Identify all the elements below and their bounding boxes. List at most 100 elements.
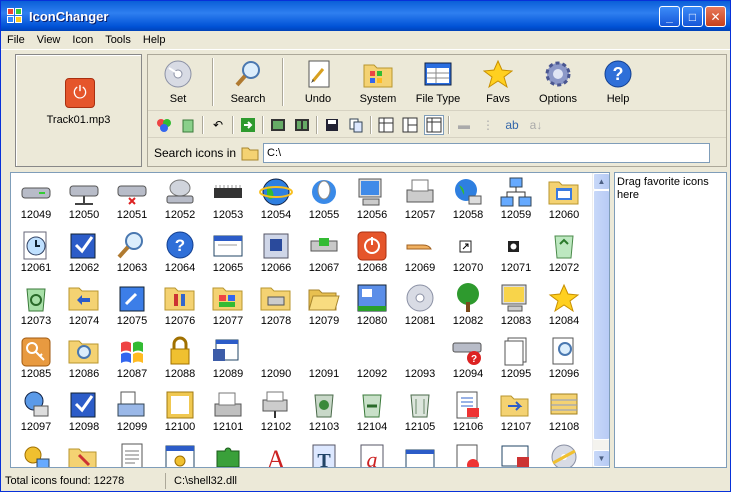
icon-cell[interactable]: 12068 bbox=[348, 229, 396, 282]
set-button[interactable]: Set bbox=[148, 55, 208, 109]
vertical-scrollbar[interactable]: ▲ ▼ bbox=[592, 173, 609, 467]
icon-cell[interactable] bbox=[60, 441, 108, 467]
options-button[interactable]: Options bbox=[528, 55, 588, 109]
menu-file[interactable]: File bbox=[1, 34, 31, 46]
icon-cell[interactable]: 12097 bbox=[12, 388, 60, 441]
system-button[interactable]: System bbox=[348, 55, 408, 109]
icon-cell[interactable]: 12077 bbox=[204, 282, 252, 335]
icon-cell[interactable]: 12081 bbox=[396, 282, 444, 335]
icon-cell[interactable]: 12059 bbox=[492, 176, 540, 229]
favorites-pane[interactable]: Drag favorite icons here bbox=[614, 172, 727, 468]
browse-folder-icon[interactable] bbox=[240, 143, 260, 163]
icon-cell[interactable]: A bbox=[252, 441, 300, 467]
scroll-thumb[interactable] bbox=[593, 190, 609, 440]
icon-cell[interactable]: 12049 bbox=[12, 176, 60, 229]
icon-cell[interactable]: 12065 bbox=[204, 229, 252, 282]
icon-cell[interactable] bbox=[108, 441, 156, 467]
icon-cell[interactable]: 12058 bbox=[444, 176, 492, 229]
undo-arrow-icon[interactable]: ↶ bbox=[208, 115, 228, 135]
icon-cell[interactable]: 12104 bbox=[348, 388, 396, 441]
icon-cell[interactable]: 12092 bbox=[348, 335, 396, 388]
icon-cell[interactable]: 12084 bbox=[540, 282, 588, 335]
icon-cell[interactable]: 12051 bbox=[108, 176, 156, 229]
title-bar[interactable]: IconChanger _ □ ✕ bbox=[1, 1, 730, 31]
scroll-up-button[interactable]: ▲ bbox=[593, 173, 609, 190]
color-palette-icon[interactable] bbox=[154, 115, 174, 135]
icon-cell[interactable]: ? 12094 bbox=[444, 335, 492, 388]
icon-cell[interactable]: 12055 bbox=[300, 176, 348, 229]
menu-icon[interactable]: Icon bbox=[66, 34, 99, 46]
icon-cell[interactable] bbox=[540, 441, 588, 467]
close-button[interactable]: ✕ bbox=[705, 6, 726, 27]
icon-cell[interactable]: 12063 bbox=[108, 229, 156, 282]
go-arrow-icon[interactable] bbox=[238, 115, 258, 135]
icon-cell[interactable]: 12105 bbox=[396, 388, 444, 441]
icon-cell[interactable]: 12067 bbox=[300, 229, 348, 282]
icon-cell[interactable]: 12075 bbox=[108, 282, 156, 335]
icon-cell[interactable] bbox=[156, 441, 204, 467]
maximize-button[interactable]: □ bbox=[682, 6, 703, 27]
icon-cell[interactable]: 12103 bbox=[300, 388, 348, 441]
icon-cell[interactable]: 12107 bbox=[492, 388, 540, 441]
icon-cell[interactable]: 12054 bbox=[252, 176, 300, 229]
icon-cell[interactable]: 12076 bbox=[156, 282, 204, 335]
layout-three-icon[interactable] bbox=[424, 114, 444, 135]
icon-cell[interactable]: 12086 bbox=[60, 335, 108, 388]
icon-cell[interactable]: 12066 bbox=[252, 229, 300, 282]
icon-cell[interactable] bbox=[396, 441, 444, 467]
search-button[interactable]: Search bbox=[218, 55, 278, 109]
icon-cell[interactable]: 12083 bbox=[492, 282, 540, 335]
icon-cell[interactable]: T bbox=[300, 441, 348, 467]
menu-help[interactable]: Help bbox=[137, 34, 172, 46]
icon-cell[interactable]: 12057 bbox=[396, 176, 444, 229]
icon-cell[interactable]: 12056 bbox=[348, 176, 396, 229]
icon-cell[interactable] bbox=[444, 441, 492, 467]
save-icon[interactable] bbox=[322, 115, 342, 135]
icon-cell[interactable]: 12100 bbox=[156, 388, 204, 441]
icon-cell[interactable]: 12078 bbox=[252, 282, 300, 335]
icon-cell[interactable]: 12062 bbox=[60, 229, 108, 282]
icon-cell[interactable]: 12061 bbox=[12, 229, 60, 282]
icon-cell[interactable]: 12088 bbox=[156, 335, 204, 388]
search-path-input[interactable]: C:\ bbox=[263, 143, 711, 163]
icon-cell[interactable]: 12096 bbox=[540, 335, 588, 388]
icon-cell[interactable]: 12072 bbox=[540, 229, 588, 282]
icon-cell[interactable]: 12090 bbox=[252, 335, 300, 388]
icon-cell[interactable]: 12060 bbox=[540, 176, 588, 229]
icon-cell[interactable]: 12071 bbox=[492, 229, 540, 282]
icon-cell[interactable]: 12050 bbox=[60, 176, 108, 229]
scroll-down-button[interactable]: ▼ bbox=[593, 450, 609, 467]
favs-button[interactable]: Favs bbox=[468, 55, 528, 109]
icon-cell[interactable]: 12108 bbox=[540, 388, 588, 441]
layout-two-icon[interactable] bbox=[400, 115, 420, 135]
icon-cell[interactable]: a bbox=[348, 441, 396, 467]
icon-cell[interactable]: 12085 bbox=[12, 335, 60, 388]
view-large-icon[interactable] bbox=[268, 115, 288, 135]
icon-cell[interactable]: 12098 bbox=[60, 388, 108, 441]
icon-cell[interactable]: 12099 bbox=[108, 388, 156, 441]
icon-cell[interactable]: 12093 bbox=[396, 335, 444, 388]
icon-cell[interactable] bbox=[204, 441, 252, 467]
icon-cell[interactable]: 12102 bbox=[252, 388, 300, 441]
icon-cell[interactable]: 12087 bbox=[108, 335, 156, 388]
icon-cell[interactable]: 12069 bbox=[396, 229, 444, 282]
icon-cell[interactable]: 12070 bbox=[444, 229, 492, 282]
icon-cell[interactable]: 12074 bbox=[60, 282, 108, 335]
file-type-button[interactable]: File Type bbox=[408, 55, 468, 109]
icon-cell[interactable] bbox=[492, 441, 540, 467]
menu-tools[interactable]: Tools bbox=[99, 34, 137, 46]
icon-cell[interactable] bbox=[12, 441, 60, 467]
view-small-icon[interactable] bbox=[292, 115, 312, 135]
layout-one-icon[interactable] bbox=[376, 115, 396, 135]
minimize-button[interactable]: _ bbox=[659, 6, 680, 27]
icon-cell[interactable]: 12095 bbox=[492, 335, 540, 388]
icon-cell[interactable]: 12089 bbox=[204, 335, 252, 388]
icon-cell[interactable]: 12080 bbox=[348, 282, 396, 335]
help-button[interactable]: ? Help bbox=[588, 55, 648, 109]
icon-cell[interactable]: 12079 bbox=[300, 282, 348, 335]
icon-cell[interactable]: 12091 bbox=[300, 335, 348, 388]
copy-icon[interactable] bbox=[346, 115, 366, 135]
menu-view[interactable]: View bbox=[31, 34, 67, 46]
icon-cell[interactable]: 12106 bbox=[444, 388, 492, 441]
icon-cell[interactable]: 12073 bbox=[12, 282, 60, 335]
